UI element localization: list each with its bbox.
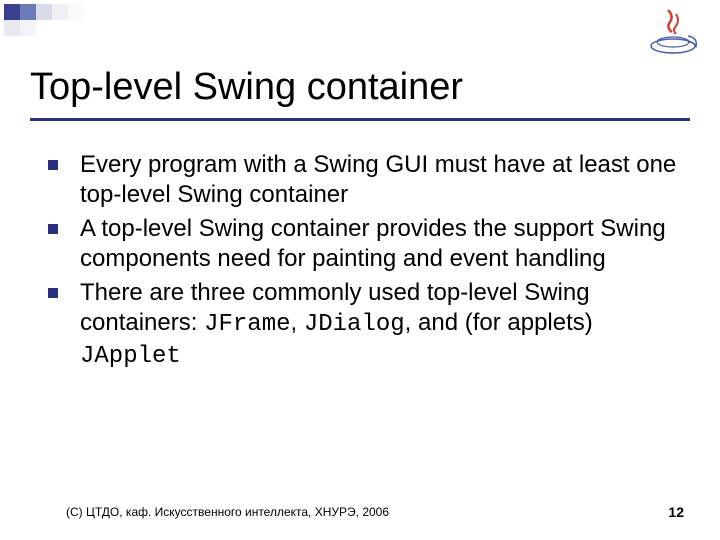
bullet-icon — [48, 160, 58, 170]
footer-copyright: (С) ЦТДО, каф. Искусственного интеллекта… — [66, 505, 389, 519]
square-icon — [36, 4, 52, 20]
slide-number: 12 — [668, 504, 684, 520]
java-logo-icon — [644, 6, 702, 56]
slide-title: Top-level Swing container — [30, 66, 463, 109]
square-icon — [68, 4, 84, 20]
square-icon — [4, 20, 20, 36]
decoration-squares-row1 — [4, 4, 84, 20]
slide-footer: (С) ЦТДО, каф. Искусственного интеллекта… — [0, 504, 720, 520]
bullet-text: Every program with a Swing GUI must have… — [80, 150, 680, 210]
bullet-text: A top-level Swing container provides the… — [80, 214, 680, 274]
square-icon — [52, 4, 68, 20]
list-item: Every program with a Swing GUI must have… — [48, 150, 680, 210]
decoration-squares-row2 — [4, 20, 36, 36]
list-item: There are three commonly used top-level … — [48, 278, 680, 372]
bullet-icon — [48, 288, 58, 298]
title-underline — [30, 118, 690, 121]
square-icon — [20, 20, 36, 36]
square-icon — [4, 4, 20, 20]
bullet-text: There are three commonly used top-level … — [80, 278, 680, 372]
square-icon — [20, 4, 36, 20]
slide-content: Every program with a Swing GUI must have… — [48, 150, 680, 376]
bullet-icon — [48, 224, 58, 234]
list-item: A top-level Swing container provides the… — [48, 214, 680, 274]
